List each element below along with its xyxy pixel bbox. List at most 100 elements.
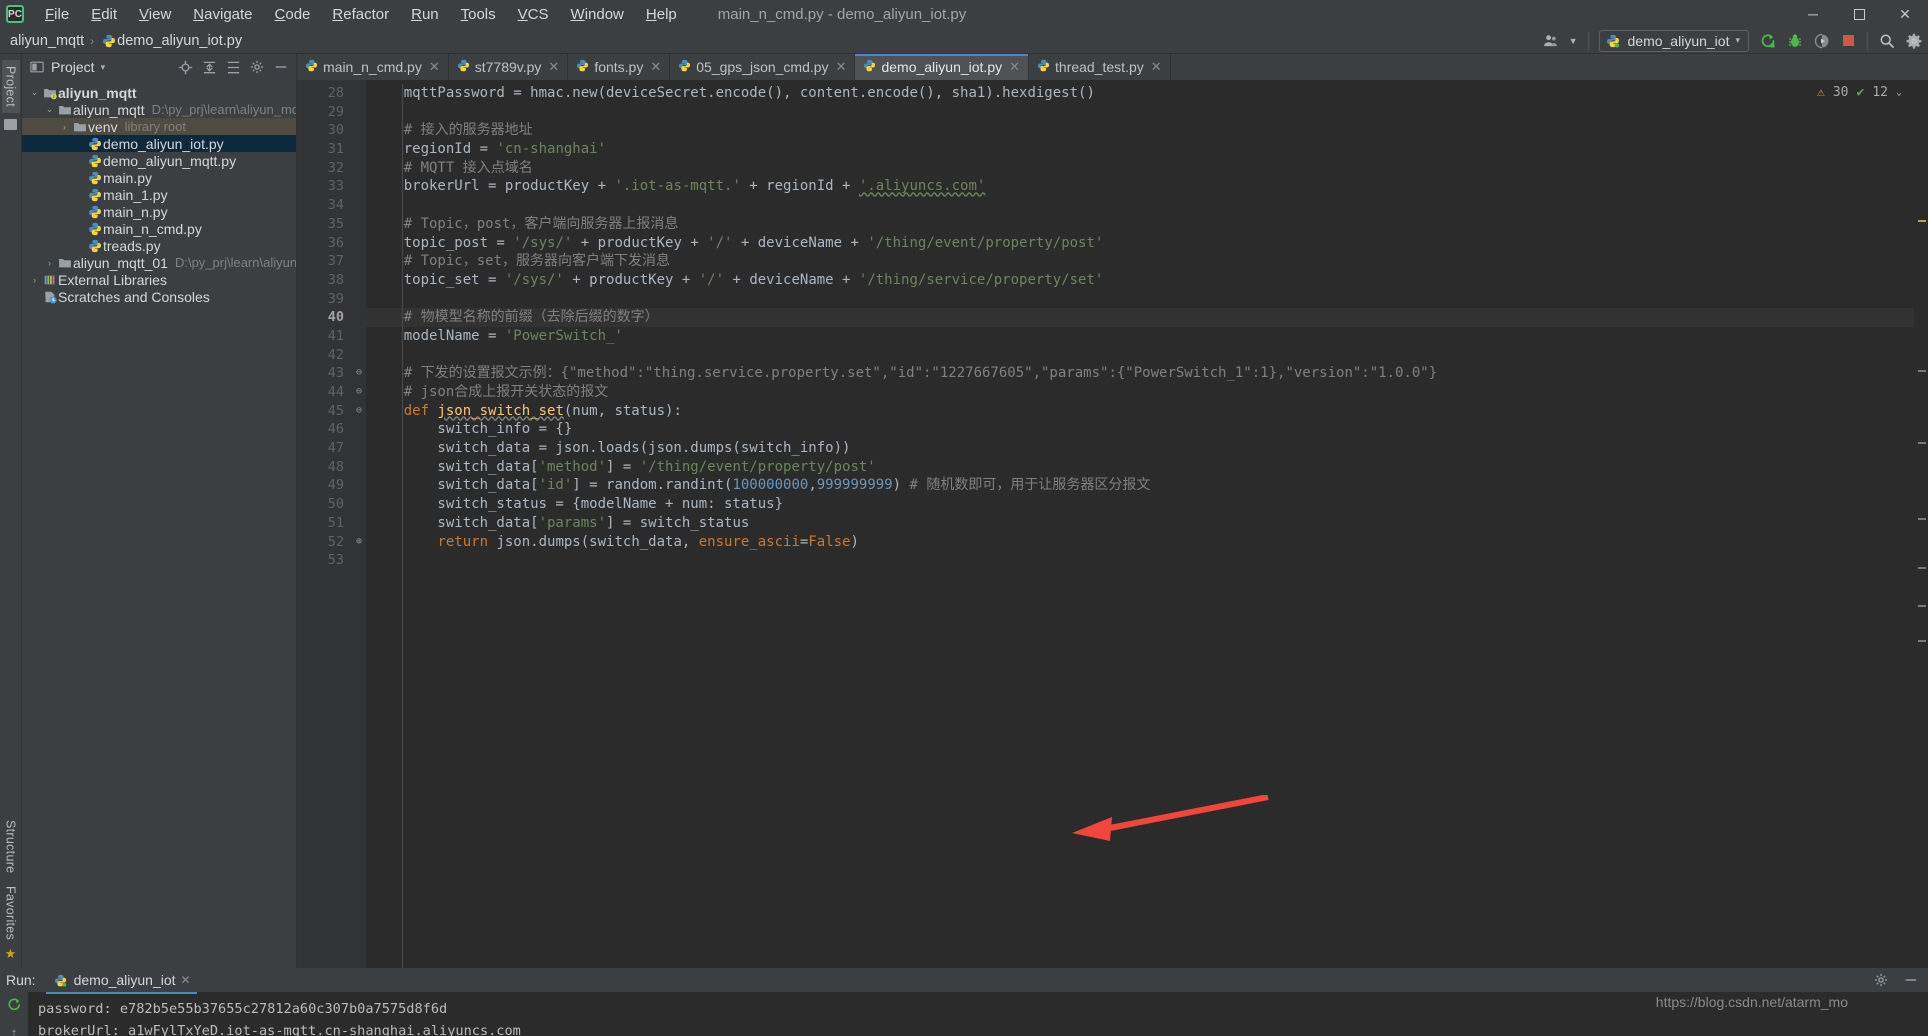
code-fold-toggle[interactable]: ⊕ — [352, 533, 366, 552]
tree-item-main-py[interactable]: main.py — [22, 169, 296, 186]
menu-item-file[interactable]: File — [34, 3, 80, 26]
hide-panel-icon[interactable] — [272, 58, 290, 76]
tree-item-main-n-py[interactable]: main_n.py — [22, 203, 296, 220]
star-icon[interactable]: ★ — [5, 946, 17, 962]
tree-item-aliyun-mqtt[interactable]: ⌄ aliyun_mqtt — [22, 84, 296, 101]
chevron-down-icon[interactable]: ▾ — [1735, 35, 1740, 46]
code-fold-column[interactable]: ⊖ ⊖ ⊖ ⊕ — [352, 80, 366, 968]
close-button[interactable]: ✕ — [1882, 0, 1928, 28]
sidebar-item-project[interactable]: Project — [1, 60, 20, 114]
code-line[interactable] — [366, 551, 1914, 570]
code-line[interactable] — [366, 196, 1914, 215]
folder-icon[interactable] — [4, 119, 17, 131]
code-line[interactable]: topic_set = '/sys/' + productKey + '/' +… — [366, 271, 1914, 290]
close-icon[interactable]: ✕ — [650, 59, 661, 75]
run-hide-icon[interactable] — [1902, 971, 1920, 989]
close-icon[interactable]: ✕ — [548, 59, 559, 75]
marker-warning[interactable] — [1918, 220, 1926, 222]
code-line[interactable]: # Topic，post，客户端向服务器上报消息 — [366, 215, 1914, 234]
project-caret-icon[interactable]: ▾ — [101, 62, 106, 73]
chevron-down-icon[interactable]: ⌄ — [43, 104, 56, 115]
code-line[interactable]: switch_data['params'] = switch_status — [366, 514, 1914, 533]
locate-icon[interactable] — [176, 58, 194, 76]
console-output[interactable]: password: e782b5e55b37655c27812a60c307b0… — [28, 992, 1928, 1036]
code-line[interactable]: switch_status = {modelName + num: status… — [366, 495, 1914, 514]
code-line[interactable]: return json.dumps(switch_data, ensure_as… — [366, 533, 1914, 552]
rerun-icon[interactable] — [5, 996, 23, 1014]
code-line[interactable]: # json合成上报开关状态的报文 — [366, 383, 1914, 402]
code-fold-toggle[interactable]: ⊖ — [352, 364, 366, 383]
menu-item-code[interactable]: Code — [264, 3, 322, 26]
editor-tab-fonts-py[interactable]: fonts.py ✕ — [568, 54, 671, 80]
chevron-right-icon[interactable]: › — [58, 122, 71, 132]
window-controls[interactable]: ─ ✕ — [1790, 0, 1928, 28]
expand-all-icon[interactable] — [200, 58, 218, 76]
code-line[interactable]: switch_data = json.loads(json.dumps(swit… — [366, 439, 1914, 458]
menu-item-vcs[interactable]: VCS — [507, 3, 560, 26]
coverage-icon[interactable] — [1813, 32, 1830, 49]
code-line[interactable]: # 物模型名称的前缀（去除后缀的数字） — [366, 308, 1914, 327]
code-line[interactable]: # 下发的设置报文示例：{"method":"thing.service.pro… — [366, 364, 1914, 383]
menu-bar[interactable]: File Edit View Navigate Code Refactor Run Tools… — [34, 3, 688, 26]
editor-marker-column[interactable] — [1914, 80, 1928, 968]
breadcrumb-project[interactable]: aliyun_mqtt — [10, 33, 84, 49]
close-icon[interactable]: ✕ — [181, 973, 191, 987]
maximize-button[interactable] — [1836, 0, 1882, 28]
code-line[interactable]: def json_switch_set(num, status): — [366, 402, 1914, 421]
editor-tab-main-n-cmd-py[interactable]: main_n_cmd.py ✕ — [297, 54, 449, 80]
code-line[interactable] — [366, 290, 1914, 309]
tree-item-aliyun-mqtt[interactable]: ⌄ aliyun_mqtt D:\py_prj\learn\aliyun_mqtt — [22, 101, 296, 118]
minimize-button[interactable]: ─ — [1790, 0, 1836, 28]
stop-icon[interactable] — [1840, 32, 1857, 49]
menu-item-help[interactable]: Help — [635, 3, 688, 26]
run-configuration-selector[interactable]: demo_aliyun_iot ▾ — [1598, 29, 1749, 52]
code-line[interactable]: # Topic，set，服务器向客户端下发消息 — [366, 252, 1914, 271]
close-icon[interactable]: ✕ — [836, 59, 847, 75]
code-line[interactable]: topic_post = '/sys/' + productKey + '/' … — [366, 234, 1914, 253]
menu-item-view[interactable]: View — [128, 3, 182, 26]
editor-tab-demo-aliyun-iot-py[interactable]: demo_aliyun_iot.py ✕ — [855, 54, 1030, 80]
project-tree[interactable]: ⌄ aliyun_mqtt ⌄ aliyun_mqtt D:\py_prj\learn\… — [22, 80, 296, 305]
tree-item-external-libraries[interactable]: › External Libraries — [22, 271, 296, 288]
run-tab-demo-aliyun-iot[interactable]: demo_aliyun_iot ✕ — [45, 970, 197, 994]
inspection-caret-icon[interactable]: ⌄ — [1896, 87, 1902, 98]
debug-icon[interactable] — [1786, 32, 1803, 49]
menu-item-window[interactable]: Window — [560, 3, 635, 26]
tree-item-demo-aliyun-mqtt-py[interactable]: demo_aliyun_mqtt.py — [22, 152, 296, 169]
tree-item-scratches-and-consoles[interactable]: Scratches and Consoles — [22, 288, 296, 305]
settings-gear-icon[interactable] — [1905, 32, 1922, 49]
editor-tab-st7789v-py[interactable]: st7789v.py ✕ — [449, 54, 569, 80]
tree-item-main-1-py[interactable]: main_1.py — [22, 186, 296, 203]
code-line[interactable]: brokerUrl = productKey + '.iot-as-mqtt.'… — [366, 177, 1914, 196]
code-line[interactable]: switch_data['method'] = '/thing/event/pr… — [366, 458, 1914, 477]
marker-generic-4[interactable] — [1918, 567, 1926, 569]
search-icon[interactable] — [1878, 32, 1895, 49]
breadcrumb-file[interactable]: demo_aliyun_iot.py — [117, 33, 242, 49]
editor-tab-bar[interactable]: main_n_cmd.py ✕ st7789v.py ✕ fonts.py ✕ 05_gps… — [297, 54, 1928, 80]
scroll-up-icon[interactable]: ↑ — [5, 1023, 23, 1036]
marker-generic-6[interactable] — [1918, 640, 1926, 642]
code-line[interactable]: # 接入的服务器地址 — [366, 121, 1914, 140]
editor-tab-05-gps-json-cmd-py[interactable]: 05_gps_json_cmd.py ✕ — [670, 54, 856, 80]
menu-item-edit[interactable]: Edit — [80, 3, 128, 26]
sidebar-item-structure[interactable]: Structure — [2, 814, 20, 879]
menu-item-navigate[interactable]: Navigate — [182, 3, 263, 26]
run-settings-icon[interactable] — [1872, 971, 1890, 989]
marker-generic-5[interactable] — [1918, 605, 1926, 607]
sidebar-item-favorites[interactable]: Favorites — [2, 880, 20, 946]
code-line[interactable]: switch_data['id'] = random.randint(10000… — [366, 476, 1914, 495]
chevron-right-icon[interactable]: › — [28, 275, 41, 285]
menu-item-run[interactable]: Run — [400, 3, 450, 26]
menu-item-refactor[interactable]: Refactor — [321, 3, 400, 26]
tree-item-demo-aliyun-iot-py[interactable]: demo_aliyun_iot.py — [22, 135, 296, 152]
marker-generic-3[interactable] — [1918, 518, 1926, 520]
code-fold-toggle[interactable]: ⊖ — [352, 383, 366, 402]
marker-generic[interactable] — [1918, 370, 1926, 372]
tree-item-main-n-cmd-py[interactable]: main_n_cmd.py — [22, 220, 296, 237]
editor-tab-thread-test-py[interactable]: thread_test.py ✕ — [1029, 54, 1171, 80]
chevron-right-icon[interactable]: › — [43, 258, 56, 268]
close-icon[interactable]: ✕ — [1009, 59, 1020, 75]
inspection-widget[interactable]: ⚠ 30 ✔ 12 ⌄ — [1813, 84, 1906, 101]
code-line[interactable] — [366, 103, 1914, 122]
code-line[interactable] — [366, 346, 1914, 365]
